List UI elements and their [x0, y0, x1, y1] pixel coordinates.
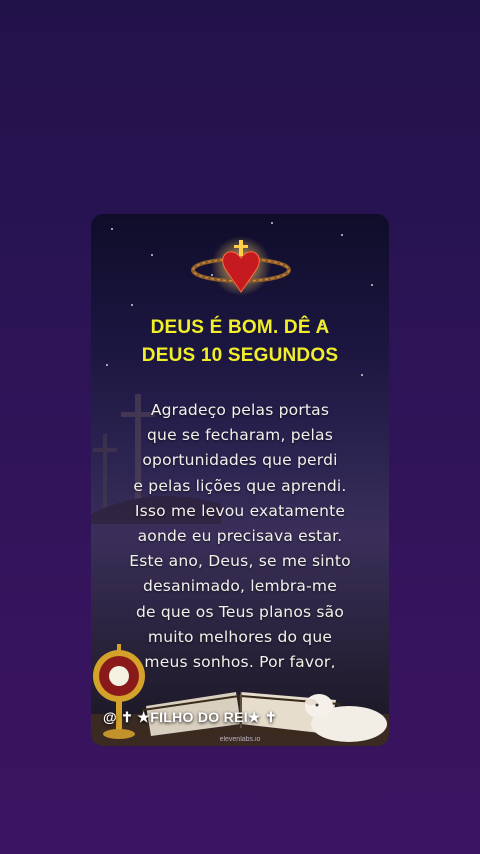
- prayer-line: aonde eu precisava estar.: [137, 527, 343, 546]
- prayer-line: Isso me levou exatamente: [134, 501, 346, 520]
- title-line-1: DEUS É BOM. DÊ A: [150, 317, 330, 338]
- prayer-text: Agradeço pelas portas que se fecharam, p…: [91, 398, 389, 668]
- watermark-text: elevenlabs.io: [219, 736, 261, 743]
- prayer-line: Agradeço pelas portas: [150, 401, 330, 419]
- prayer-line: e pelas lições que aprendi.: [133, 476, 347, 495]
- title-line-2: DEUS 10 SEGUNDOS: [141, 345, 339, 366]
- post-title: DEUS É BOM. DÊ A DEUS 10 SEGUNDOS: [91, 314, 389, 370]
- prayer-line: desanimado, lembra-me: [143, 577, 337, 596]
- prayer-line: que se fecharam, pelas: [147, 426, 333, 445]
- bottom-illustration: [91, 644, 389, 746]
- prayer-line: Este ano, Deus, se me sinto: [129, 552, 351, 571]
- crown-of-thorns-heart-icon: [191, 236, 291, 296]
- account-handle-label: @ ✝ ★FILHO DO REI★ ✝: [103, 709, 277, 725]
- prayer-line: oportunidades que perdi: [142, 451, 338, 470]
- post-card: DEUS É BOM. DÊ A DEUS 10 SEGUNDOS Agrade…: [91, 214, 389, 746]
- prayer-line: de que os Teus planos são: [135, 602, 345, 621]
